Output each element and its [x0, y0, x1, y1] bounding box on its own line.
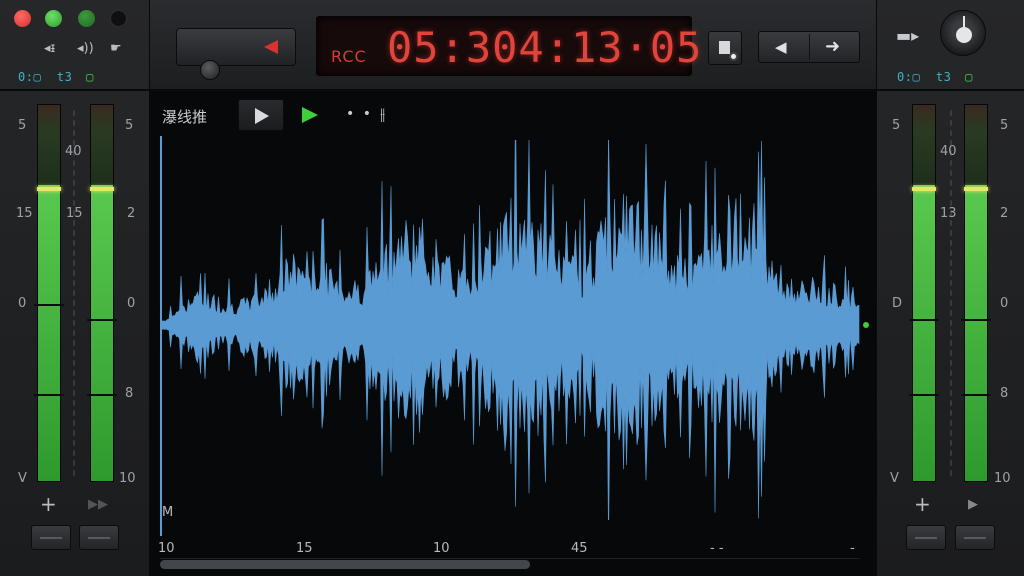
add-channel-button[interactable]: + [40, 494, 57, 514]
play-active-icon[interactable] [302, 107, 318, 123]
timecode: 05:304:13·05 [387, 23, 703, 72]
audio-waveform[interactable] [160, 140, 876, 520]
scale-label: 10 [119, 471, 136, 486]
scale-label: 13 [940, 206, 957, 221]
right-level-meter-2 [961, 104, 991, 482]
timeline-label: 15 [296, 541, 313, 556]
right-header-divider [876, 89, 1024, 91]
play-icon[interactable]: ▶ [968, 498, 978, 511]
playhead[interactable] [160, 136, 162, 536]
scale-label: 15 [66, 206, 83, 221]
minimize-button[interactable] [45, 10, 62, 27]
left-header-divider [0, 89, 150, 91]
display-mode-label: RCC [331, 47, 367, 66]
scale-label: 5 [18, 118, 27, 133]
scale-label: 40 [940, 144, 957, 159]
left-meter-panel [0, 0, 150, 576]
scale-label: 0 [1000, 296, 1009, 311]
status-b: t3 [935, 70, 952, 84]
scale-label: 5 [125, 118, 134, 133]
status-ok-icon: ▢ [965, 70, 973, 84]
scale-label: V [890, 471, 899, 486]
cursor-icon[interactable]: ☛ [110, 42, 122, 55]
scale-label: 5 [892, 118, 901, 133]
rewind-record-icon[interactable] [264, 40, 278, 54]
scale-label: 15 [16, 206, 33, 221]
right-panel-button-1[interactable] [906, 525, 946, 550]
add-channel-button[interactable]: + [914, 494, 931, 514]
timeline-label: 10 [433, 541, 450, 556]
scale-label: 2 [1000, 206, 1009, 221]
marker-label: M [162, 505, 174, 520]
scale-label: 8 [125, 386, 134, 401]
scale-label: V [18, 471, 27, 486]
left-level-meter-1 [34, 104, 64, 482]
scale-label: 10 [994, 471, 1011, 486]
next-button[interactable]: ➜ [825, 36, 840, 57]
right-panel-button-2[interactable] [955, 525, 995, 550]
volume-high-icon[interactable]: ◂)) [77, 42, 94, 55]
zoom-button[interactable] [78, 10, 95, 27]
status-box-icon: ▢ [33, 70, 42, 84]
left-panel-button-2[interactable] [79, 525, 119, 550]
scale-label: 0 [127, 296, 136, 311]
left-scale-dots [73, 108, 75, 480]
horizontal-scrollbar[interactable] [160, 560, 530, 569]
timeline-label: 45 [571, 541, 588, 556]
close-button[interactable] [14, 10, 31, 27]
left-panel-button-1[interactable] [31, 525, 71, 550]
left-status-line: 0:▢ t3 ▢ [18, 70, 94, 84]
timeline-label: - - [710, 541, 724, 556]
play-button[interactable] [238, 99, 284, 131]
timeline-label: 10 [158, 541, 175, 556]
dark-mode-button[interactable] [110, 10, 127, 27]
stop-button[interactable] [708, 31, 742, 65]
navigation-buttons: ◀ ➜ [758, 31, 860, 63]
status-ok-icon: ▢ [86, 70, 94, 84]
left-level-meter-2 [87, 104, 117, 482]
right-status-line: 0:▢ t3 ▢ [897, 70, 973, 84]
previous-button[interactable]: ◀ [775, 38, 787, 56]
gain-knob[interactable] [940, 10, 986, 56]
right-scale-dots [950, 108, 952, 480]
scrub-knob[interactable] [200, 60, 220, 80]
volume-low-icon[interactable]: ◂ᵻ [44, 42, 55, 55]
timeline-label: - [850, 541, 855, 556]
status-a: 0: [897, 70, 913, 84]
scale-label: D [892, 296, 903, 311]
waveform-view-icon[interactable]: ⫲ [380, 104, 385, 124]
scale-label: 40 [65, 144, 82, 159]
scale-label: 8 [1000, 386, 1009, 401]
input-selector-icon[interactable]: ▬▸ [896, 26, 919, 45]
forward-icon[interactable]: ▶▶ [88, 498, 108, 511]
stop-icon [719, 41, 730, 54]
status-b: t3 [56, 70, 73, 84]
scale-label: 2 [127, 206, 136, 221]
loop-dots-icon[interactable]: • • [346, 106, 373, 122]
end-marker-icon[interactable] [863, 322, 869, 328]
status-box-icon: ▢ [912, 70, 921, 84]
right-level-meter-1 [909, 104, 939, 482]
waveform-shape [160, 140, 860, 520]
status-a: 0: [18, 70, 34, 84]
loop-badge-icon [729, 52, 738, 61]
time-display: RCC 05:304:13·05 [316, 16, 701, 76]
scrub-control[interactable] [176, 28, 296, 66]
scale-label: 0 [18, 296, 27, 311]
scale-label: 5 [1000, 118, 1009, 133]
timeline-ruler [160, 558, 860, 559]
track-name: 瀑线推 [162, 108, 208, 126]
